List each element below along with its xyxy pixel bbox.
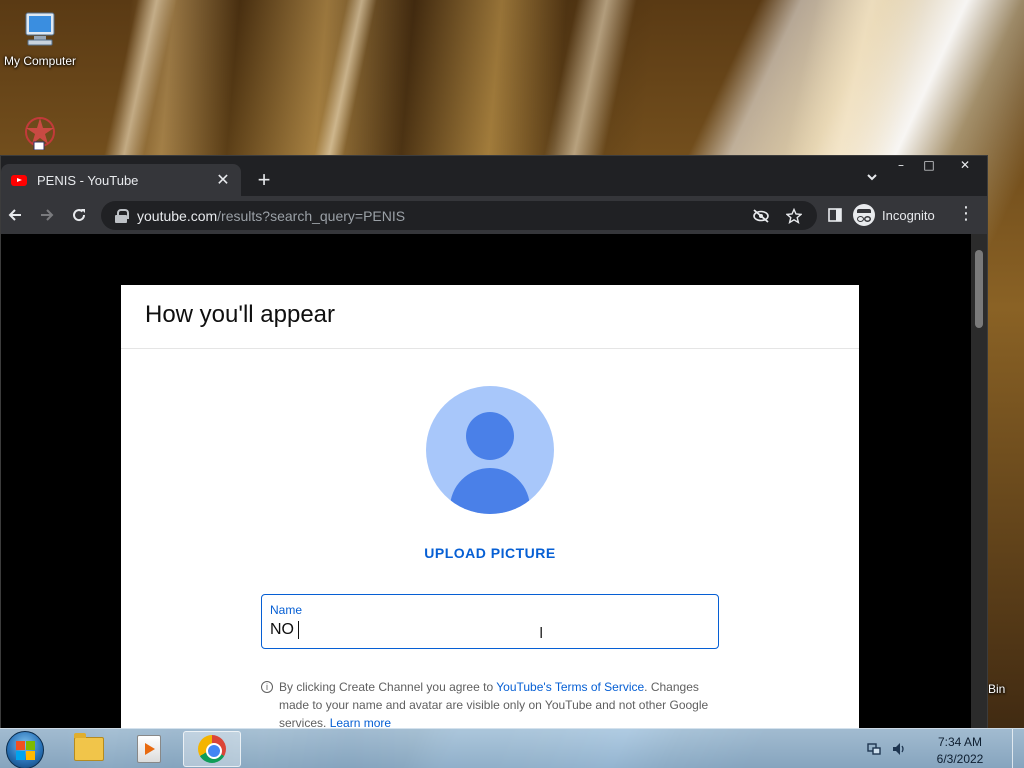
url-host: youtube.com	[137, 207, 218, 224]
reload-icon	[73, 209, 86, 222]
youtube-favicon-icon	[11, 174, 27, 186]
name-input[interactable]: Name NO I	[261, 594, 719, 649]
lock-icon[interactable]	[115, 208, 129, 223]
browser-menu-button[interactable]: ⋮	[957, 203, 975, 224]
page-scrollbar[interactable]	[971, 234, 987, 729]
desktop-icon-my-computer[interactable]: My Computer	[0, 10, 80, 68]
info-icon: i	[261, 681, 273, 693]
taskbar-chrome-button[interactable]	[183, 731, 241, 767]
page-viewport: How you'll appear UPLOAD PICTURE Name NO…	[1, 234, 987, 729]
avatar-placeholder[interactable]	[426, 386, 554, 514]
text-caret	[298, 621, 299, 639]
upload-picture-button[interactable]: UPLOAD PICTURE	[371, 545, 609, 561]
forward-button[interactable]	[35, 203, 59, 227]
side-panel-button[interactable]	[823, 203, 847, 227]
clock-time: 7:34 AM	[937, 735, 983, 749]
windows-logo-icon	[26, 751, 35, 760]
create-channel-dialog: How you'll appear UPLOAD PICTURE Name NO…	[121, 285, 859, 729]
red-star-shortcut-icon	[20, 110, 60, 151]
start-button[interactable]	[6, 731, 44, 768]
new-tab-button[interactable]: +	[253, 168, 275, 192]
scrollbar-thumb[interactable]	[975, 250, 983, 328]
back-button[interactable]	[3, 203, 27, 227]
name-field-label: Name	[270, 603, 303, 617]
desktop-icon-label: My Computer	[3, 54, 77, 68]
side-panel-icon	[828, 208, 842, 222]
chrome-icon	[198, 735, 226, 763]
taskbar: 7:34 AM 6/3/2022	[0, 728, 1024, 768]
desktop-icon-shortcut[interactable]	[0, 110, 80, 154]
tab-youtube[interactable]: PENIS - YouTube ✕	[1, 164, 241, 196]
arrow-right-icon	[41, 209, 54, 221]
terms-text: By clicking Create Channel you agree to …	[279, 678, 719, 729]
media-player-icon	[137, 735, 161, 763]
windows-logo-icon	[26, 741, 35, 750]
bookmark-star-icon[interactable]	[784, 206, 804, 226]
folder-icon	[74, 733, 104, 761]
tab-strip: PENIS - YouTube ✕ +	[1, 164, 987, 196]
incognito-label: Incognito	[882, 207, 935, 223]
clock-date: 6/3/2022	[936, 752, 984, 766]
dialog-header: How you'll appear	[121, 285, 859, 349]
volume-icon[interactable]	[891, 741, 907, 757]
name-field-value-row: NO	[270, 621, 710, 639]
taskbar-explorer-button[interactable]	[60, 731, 118, 767]
windows-logo-icon	[16, 751, 25, 760]
url-text[interactable]: youtube.com/results?search_query=PENIS	[137, 208, 405, 224]
dialog-title: How you'll appear	[145, 301, 336, 328]
taskbar-media-player-button[interactable]	[120, 731, 178, 767]
ibeam-cursor-icon: I	[539, 625, 544, 642]
close-tab-icon[interactable]: ✕	[215, 170, 231, 190]
incognito-profile-button[interactable]: Incognito	[853, 201, 935, 229]
browser-window: – □ ✕ PENIS - YouTube ✕ + youtube.com/re…	[0, 155, 988, 729]
avatar-body	[450, 468, 530, 514]
show-desktop-button[interactable]	[1012, 729, 1024, 768]
avatar-head	[466, 412, 514, 460]
reload-button[interactable]	[67, 203, 91, 227]
computer-icon	[20, 10, 60, 50]
system-clock[interactable]: 7:34 AM 6/3/2022	[930, 734, 990, 768]
eye-off-icon[interactable]	[751, 206, 771, 226]
tab-search-chevron-icon[interactable]	[865, 170, 879, 187]
url-path: /results?search_query=PENIS	[217, 207, 406, 224]
terms-notice: i By clicking Create Channel you agree t…	[261, 678, 719, 729]
browser-toolbar: youtube.com/results?search_query=PENIS I…	[1, 196, 987, 234]
address-bar[interactable]: youtube.com/results?search_query=PENIS	[101, 201, 817, 230]
name-field-value: NO	[270, 621, 294, 638]
terms-of-service-link[interactable]: YouTube's Terms of Service	[496, 680, 644, 694]
windows-logo-icon	[16, 741, 25, 750]
terms-text-part: By clicking Create Channel you agree to	[279, 680, 497, 694]
arrow-left-icon	[8, 209, 21, 221]
tab-title: PENIS - YouTube	[37, 172, 139, 188]
incognito-icon	[853, 204, 875, 226]
network-icon[interactable]	[866, 741, 882, 757]
